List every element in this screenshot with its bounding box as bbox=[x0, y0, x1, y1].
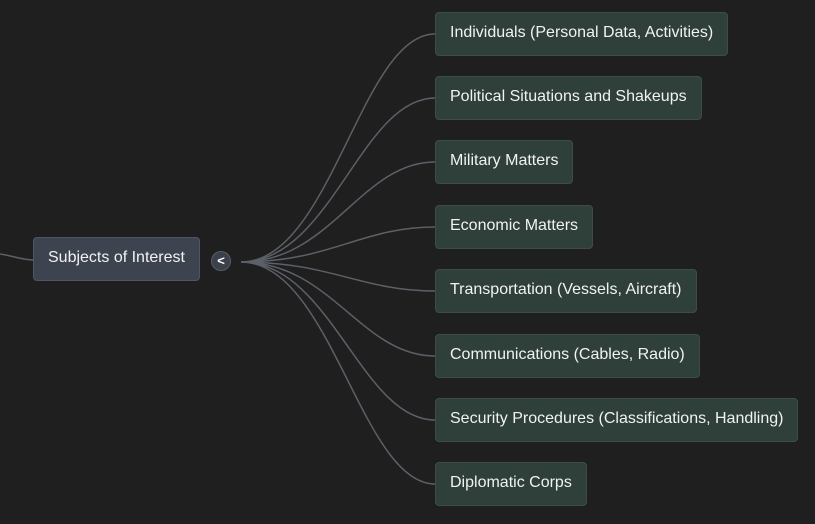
collapse-chevron-left-icon[interactable]: < bbox=[211, 251, 231, 271]
child-node-label: Military Matters bbox=[450, 152, 559, 169]
child-node-label: Transportation (Vessels, Aircraft) bbox=[450, 281, 682, 298]
edge-to-child-7 bbox=[240, 261, 436, 485]
edge-to-child-6 bbox=[240, 261, 436, 421]
edge-to-child-3 bbox=[240, 226, 436, 263]
child-node-economic-matters[interactable]: Economic Matters bbox=[435, 205, 594, 249]
child-node-communications[interactable]: Communications (Cables, Radio) bbox=[435, 334, 700, 378]
edge-to-child-0 bbox=[240, 33, 436, 263]
edge-to-child-5 bbox=[240, 261, 436, 357]
child-node-political-situations[interactable]: Political Situations and Shakeups bbox=[435, 76, 702, 120]
child-node-individuals[interactable]: Individuals (Personal Data, Activities) bbox=[435, 12, 729, 56]
root-node-subjects-of-interest[interactable]: Subjects of Interest bbox=[33, 237, 200, 281]
child-node-military-matters[interactable]: Military Matters bbox=[435, 140, 574, 184]
mindmap-canvas: Subjects of Interest < Individuals (Pers… bbox=[0, 0, 815, 524]
child-node-label: Economic Matters bbox=[450, 217, 579, 234]
edge-to-child-1 bbox=[240, 97, 436, 263]
incoming-edge bbox=[0, 253, 34, 261]
child-node-transportation[interactable]: Transportation (Vessels, Aircraft) bbox=[435, 269, 697, 313]
child-edges bbox=[240, 33, 436, 485]
root-node-label: Subjects of Interest bbox=[48, 249, 185, 266]
edge-to-child-4 bbox=[240, 261, 436, 292]
child-node-diplomatic-corps[interactable]: Diplomatic Corps bbox=[435, 462, 587, 506]
child-node-label: Diplomatic Corps bbox=[450, 474, 572, 491]
child-node-label: Political Situations and Shakeups bbox=[450, 88, 687, 105]
child-node-label: Communications (Cables, Radio) bbox=[450, 346, 685, 363]
child-node-security-procedures[interactable]: Security Procedures (Classifications, Ha… bbox=[435, 398, 799, 442]
child-node-label: Individuals (Personal Data, Activities) bbox=[450, 24, 714, 41]
child-node-label: Security Procedures (Classifications, Ha… bbox=[450, 410, 784, 427]
